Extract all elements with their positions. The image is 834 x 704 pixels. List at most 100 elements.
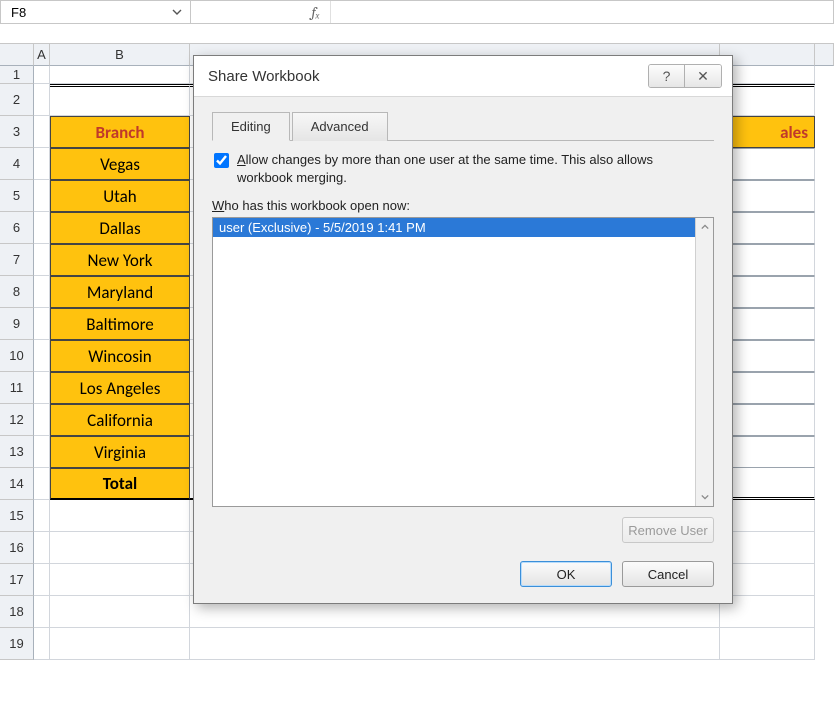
branch-cell[interactable]: Virginia xyxy=(50,436,190,468)
row-header[interactable]: 3 xyxy=(0,116,34,148)
row-header[interactable]: 17 xyxy=(0,564,34,596)
tab-advanced[interactable]: Advanced xyxy=(292,112,388,141)
row-header[interactable]: 6 xyxy=(0,212,34,244)
branch-cell[interactable]: Wincosin xyxy=(50,340,190,372)
row-header[interactable]: 13 xyxy=(0,436,34,468)
cell[interactable] xyxy=(720,180,815,212)
cell[interactable] xyxy=(720,532,815,564)
row-header[interactable]: 14 xyxy=(0,468,34,500)
tab-editing[interactable]: Editing xyxy=(212,112,290,141)
branch-cell[interactable]: California xyxy=(50,404,190,436)
cell[interactable] xyxy=(50,596,190,628)
row-header[interactable]: 12 xyxy=(0,404,34,436)
cell[interactable] xyxy=(720,372,815,404)
cell[interactable] xyxy=(720,404,815,436)
name-box[interactable]: F8 xyxy=(1,1,191,23)
row-header[interactable]: 10 xyxy=(0,340,34,372)
cell[interactable] xyxy=(34,372,50,404)
total-cell[interactable]: Total xyxy=(50,468,190,500)
cell[interactable] xyxy=(34,276,50,308)
sales-header-cell[interactable]: ales xyxy=(720,116,815,148)
dialog-titlebar[interactable]: Share Workbook ? ✕ xyxy=(194,56,732,97)
help-button[interactable]: ? xyxy=(649,65,685,87)
cell[interactable] xyxy=(720,436,815,468)
cell[interactable] xyxy=(720,468,815,500)
branch-header-cell[interactable]: Branch xyxy=(50,116,190,148)
row-header[interactable]: 18 xyxy=(0,596,34,628)
cell[interactable] xyxy=(34,436,50,468)
cell[interactable] xyxy=(34,404,50,436)
cell[interactable] xyxy=(50,500,190,532)
cell[interactable] xyxy=(34,308,50,340)
cell[interactable] xyxy=(720,500,815,532)
open-users-listbox[interactable]: user (Exclusive) - 5/5/2019 1:41 PM xyxy=(212,217,714,507)
cell[interactable] xyxy=(720,564,815,596)
close-button[interactable]: ✕ xyxy=(685,65,721,87)
row-header[interactable]: 11 xyxy=(0,372,34,404)
cell[interactable] xyxy=(34,628,50,660)
row-header[interactable]: 15 xyxy=(0,500,34,532)
cell[interactable] xyxy=(34,532,50,564)
row-header[interactable]: 1 xyxy=(0,66,34,84)
branch-cell[interactable]: Dallas xyxy=(50,212,190,244)
cell[interactable] xyxy=(50,628,190,660)
cell[interactable] xyxy=(34,340,50,372)
cell[interactable] xyxy=(50,564,190,596)
name-box-dropdown-icon[interactable] xyxy=(168,3,186,21)
col-header-a[interactable]: A xyxy=(34,44,50,66)
row-header[interactable]: 7 xyxy=(0,244,34,276)
branch-cell[interactable]: Maryland xyxy=(50,276,190,308)
row-header[interactable]: 9 xyxy=(0,308,34,340)
row-header[interactable]: 2 xyxy=(0,84,34,116)
listbox-scrollbar[interactable] xyxy=(695,218,713,506)
col-header-rest[interactable] xyxy=(815,44,834,66)
allow-changes-checkbox[interactable] xyxy=(214,153,229,168)
remove-user-button[interactable]: Remove User xyxy=(622,517,714,543)
cell[interactable] xyxy=(34,212,50,244)
cell[interactable] xyxy=(720,276,815,308)
cell[interactable] xyxy=(34,148,50,180)
cell[interactable] xyxy=(34,500,50,532)
cell[interactable] xyxy=(720,244,815,276)
scroll-up-icon[interactable] xyxy=(696,218,713,236)
cell[interactable] xyxy=(34,244,50,276)
row-header[interactable]: 4 xyxy=(0,148,34,180)
cell[interactable] xyxy=(720,84,815,116)
row-header[interactable]: 8 xyxy=(0,276,34,308)
cell[interactable] xyxy=(34,66,50,84)
branch-cell[interactable]: New York xyxy=(50,244,190,276)
cell[interactable] xyxy=(720,596,815,628)
cell[interactable] xyxy=(50,84,190,116)
ok-button[interactable]: OK xyxy=(520,561,612,587)
cell[interactable] xyxy=(34,180,50,212)
fx-icon[interactable]: fₓ xyxy=(191,1,331,23)
row-header[interactable]: 5 xyxy=(0,180,34,212)
cell[interactable] xyxy=(34,84,50,116)
cell[interactable] xyxy=(720,212,815,244)
cell[interactable] xyxy=(720,340,815,372)
cell[interactable] xyxy=(720,308,815,340)
cell[interactable] xyxy=(34,564,50,596)
cell[interactable] xyxy=(50,532,190,564)
branch-cell[interactable]: Utah xyxy=(50,180,190,212)
row-header[interactable]: 16 xyxy=(0,532,34,564)
cell[interactable] xyxy=(190,628,720,660)
cancel-button[interactable]: Cancel xyxy=(622,561,714,587)
cell[interactable] xyxy=(720,628,815,660)
cell[interactable] xyxy=(34,596,50,628)
branch-cell[interactable]: Los Angeles xyxy=(50,372,190,404)
branch-cell[interactable]: Baltimore xyxy=(50,308,190,340)
row-header[interactable]: 19 xyxy=(0,628,34,660)
cell[interactable] xyxy=(720,148,815,180)
cell[interactable] xyxy=(720,66,815,84)
col-header-b[interactable]: B xyxy=(50,44,190,66)
formula-input[interactable] xyxy=(331,1,833,23)
list-item[interactable]: user (Exclusive) - 5/5/2019 1:41 PM xyxy=(213,218,695,237)
cell[interactable] xyxy=(34,116,50,148)
col-header-d[interactable] xyxy=(720,44,815,66)
select-all-corner[interactable] xyxy=(0,44,34,66)
branch-cell[interactable]: Vegas xyxy=(50,148,190,180)
cell[interactable] xyxy=(50,66,190,84)
scroll-down-icon[interactable] xyxy=(696,488,713,506)
cell[interactable] xyxy=(34,468,50,500)
